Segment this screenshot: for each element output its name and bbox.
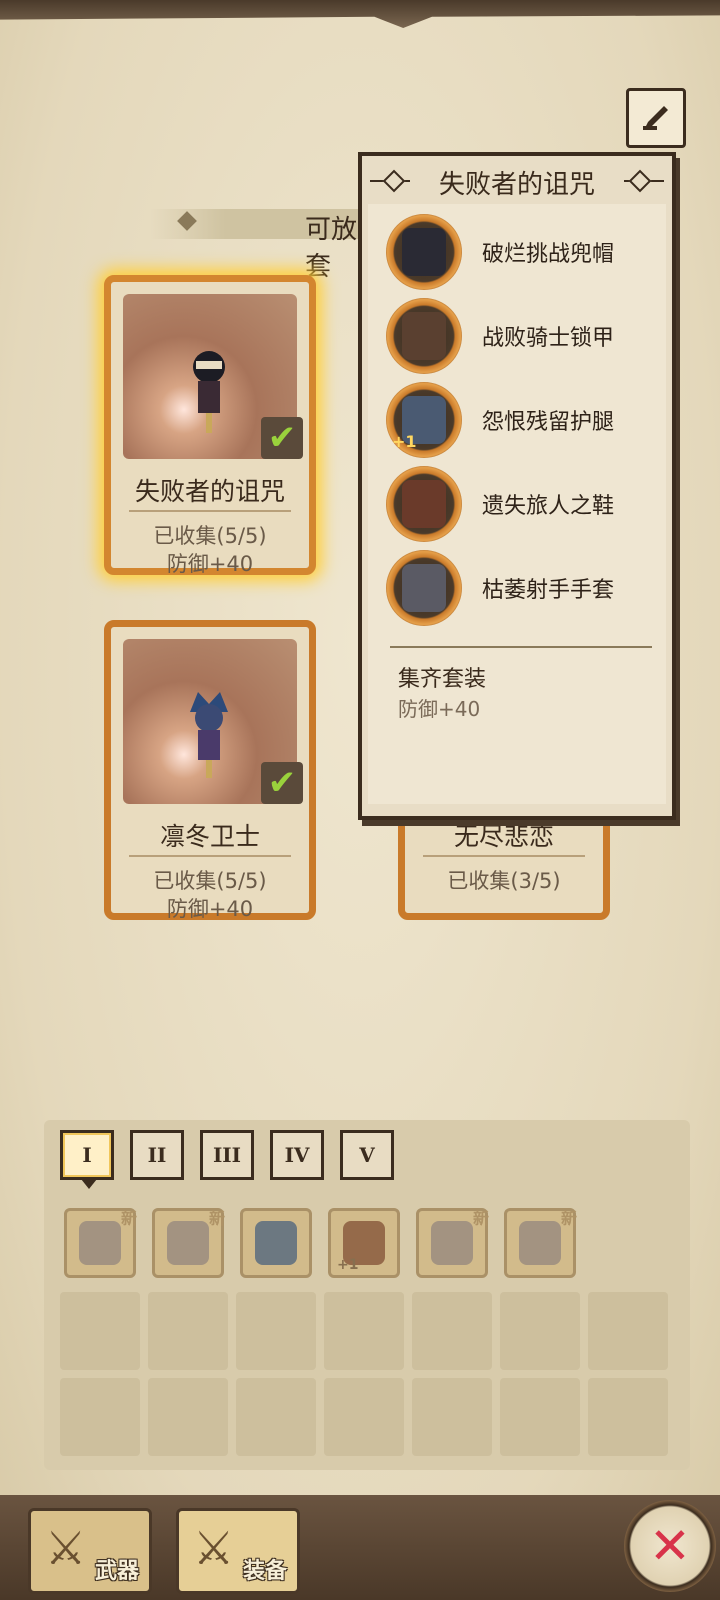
set-item-gloves[interactable]: 枯萎射手手套: [386, 550, 666, 628]
set-card-winter-guard[interactable]: ✔ 凛冬卫士 已收集(5/5) 防御+40: [104, 620, 316, 921]
set-item-hood[interactable]: 破烂挑战兜帽: [386, 214, 666, 292]
edit-button[interactable]: [626, 88, 686, 148]
inventory-item-helmet[interactable]: 新: [64, 1208, 137, 1278]
new-badge: 新: [120, 1209, 137, 1228]
card-collected: 已收集(3/5): [447, 869, 561, 893]
empty-slot: [500, 1292, 580, 1370]
equipment-tab-button[interactable]: ⚔ 装备: [176, 1508, 300, 1594]
item-name: 战败骑士锁甲: [482, 326, 615, 351]
set-item-leggings[interactable]: +1 怨恨残留护腿: [386, 382, 666, 460]
empty-slot: [324, 1378, 404, 1456]
item-name: 遗失旅人之鞋: [482, 494, 615, 519]
set-bonus-title: 集齐套装: [398, 667, 487, 692]
gauntlet-icon: [431, 1221, 473, 1265]
divider: [390, 646, 652, 648]
close-icon: ✕: [649, 1517, 691, 1575]
empty-slot: [60, 1292, 140, 1370]
card-name: 凛冬卫士: [159, 822, 260, 851]
item-name: 怨恨残留护腿: [482, 410, 615, 435]
empty-slot: [412, 1378, 492, 1456]
inventory-item-shoulder-guard[interactable]: [240, 1208, 312, 1278]
close-button[interactable]: ✕: [624, 1500, 716, 1592]
helmet-icon: [79, 1221, 121, 1265]
leggings-icon: +1: [386, 382, 462, 458]
popup-body: 破烂挑战兜帽 战败骑士锁甲 +1 怨恨残留护腿 遗失旅人之鞋 枯萎射手手套 集齐…: [368, 204, 666, 804]
empty-slot: [412, 1292, 492, 1370]
card-name: 失败者的诅咒: [134, 477, 285, 506]
item-name: 枯萎射手手套: [482, 578, 615, 603]
empty-slot: [500, 1378, 580, 1456]
boots-icon: [386, 466, 462, 542]
chainmail-icon: [386, 298, 462, 374]
card-name: 无尽悲恋: [453, 822, 554, 851]
set-detail-popup: 失败者的诅咒 破烂挑战兜帽 战败骑士锁甲 +1 怨恨残留护腿 遗失旅人之鞋 枯萎…: [358, 152, 676, 820]
shoulder-guard-icon: [255, 1221, 297, 1265]
tab-tier-2[interactable]: II: [130, 1130, 184, 1180]
edit-icon: [643, 106, 668, 130]
tab-tier-5[interactable]: V: [340, 1130, 394, 1180]
tab-tier-1[interactable]: I: [60, 1130, 114, 1189]
popup-title: 失败者的诅咒: [438, 170, 595, 200]
empty-slot: [60, 1378, 140, 1456]
gloves-icon: [386, 550, 462, 626]
empty-slot: [148, 1292, 228, 1370]
set-item-boots[interactable]: 遗失旅人之鞋: [386, 466, 666, 544]
inventory-item-gauntlet[interactable]: 新: [504, 1208, 577, 1278]
inventory-item-gauntlet[interactable]: 新: [416, 1208, 489, 1278]
empty-slot: [588, 1292, 668, 1370]
set-item-chainmail[interactable]: 战败骑士锁甲: [386, 298, 666, 376]
new-badge: 新: [560, 1209, 577, 1228]
card-collected: 已收集(5/5): [153, 869, 267, 893]
inventory-item-vest[interactable]: +1: [328, 1208, 400, 1278]
empty-slot: [236, 1292, 316, 1370]
inventory-item-helmet[interactable]: 新: [152, 1208, 225, 1278]
check-icon: ✔: [261, 762, 303, 804]
upgrade-badge: +1: [392, 432, 417, 451]
divider: [129, 510, 291, 512]
set-bonus-value: 防御+40: [398, 697, 481, 721]
card-bonus: 防御+40: [166, 897, 254, 921]
check-icon: ✔: [261, 417, 303, 459]
gauntlet-icon: [519, 1221, 561, 1265]
section-header: 可放入套: [40, 205, 400, 282]
card-bonus: 防御+40: [166, 552, 254, 576]
equipment-label: 装备: [242, 1559, 287, 1584]
divider: [423, 855, 585, 857]
empty-slot: [588, 1378, 668, 1456]
divider: [129, 855, 291, 857]
item-name: 破烂挑战兜帽: [482, 242, 615, 267]
weapons-label: 武器: [94, 1559, 139, 1584]
set-card-losers-curse[interactable]: ✔ 失败者的诅咒 已收集(5/5) 防御+40: [104, 275, 316, 576]
hood-icon: [386, 214, 462, 290]
card-collected: 已收集(5/5): [153, 524, 267, 548]
new-badge: 新: [208, 1209, 225, 1228]
character-figure: [193, 351, 225, 433]
weapons-tab-button[interactable]: ⚔ 武器: [28, 1508, 152, 1594]
character-figure: [190, 692, 228, 778]
popup-header: 失败者的诅咒: [362, 156, 672, 204]
tab-tier-4[interactable]: IV: [270, 1130, 324, 1180]
upgrade-badge: +1: [337, 1257, 359, 1273]
new-badge: 新: [472, 1209, 489, 1228]
helmet-icon: [167, 1221, 209, 1265]
empty-slot: [236, 1378, 316, 1456]
empty-slot: [148, 1378, 228, 1456]
empty-slot: [324, 1292, 404, 1370]
tab-tier-3[interactable]: III: [200, 1130, 254, 1180]
